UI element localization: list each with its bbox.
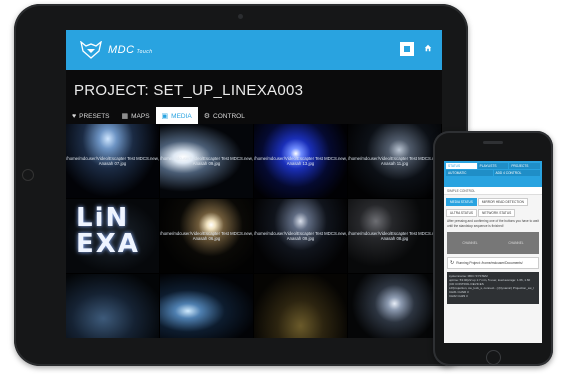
phone-nav: STATUS PLAYLISTS PROJECTS AUTOMATIC ADD … [444, 161, 542, 187]
stop-button[interactable] [400, 42, 414, 56]
log-line: CH#2 CH#3 3 [449, 294, 468, 298]
phone-tabs-1: MEDIA STATUS MIRROR HEAD DETECTION [444, 195, 542, 206]
phone-device: STATUS PLAYLISTS PROJECTS AUTOMATIC ADD … [433, 131, 553, 366]
phone-screen: STATUS PLAYLISTS PROJECTS AUTOMATIC ADD … [444, 161, 542, 343]
media-caption: /home/mdcuser/Video/Escapter Test MDCS.n… [254, 156, 347, 166]
channel-label[interactable]: CHANNEL [508, 241, 523, 245]
channel-label[interactable]: CHANNEL [462, 241, 477, 245]
map-icon: ▦ [121, 113, 129, 120]
media-tile[interactable] [66, 274, 159, 338]
home-icon [424, 44, 432, 52]
camera [238, 14, 243, 19]
phone-tabs-2: ULTRA STATUS NETWORK STATUS [444, 206, 542, 217]
phone-log: systemname: MDC SYSTEM uptime: 53:40(22 … [447, 272, 539, 304]
tab-media[interactable]: ▣ MEDIA [155, 107, 198, 125]
home-button[interactable] [420, 40, 436, 56]
tab-ultra-status[interactable]: ULTRA STATUS [446, 209, 478, 217]
media-tile-linexa[interactable]: LiN EXA [66, 199, 159, 273]
tablet-screen: MDC Touch PROJECT: SET_UP_LINEXA003 ♥ PRES… [66, 30, 442, 338]
media-caption: /home/mdcuser/Video/Escapter Test MDCS.n… [254, 231, 347, 241]
media-caption: /home/mdcuser/Video/Escapter Test MDCS.n… [160, 156, 253, 166]
phone-instructions: After pressing and confirming one of the… [447, 219, 539, 228]
media-grid: /home/mdcuser/Video/Escapter Test MDCS.n… [66, 124, 442, 338]
media-tile[interactable]: /home/mdcuser/Video/Escapter Test MDCS.n… [254, 199, 347, 273]
media-tile[interactable]: /home/mdcuser/Video/Escapter Test MDCS.n… [160, 124, 253, 198]
phone-channel-panel: CHANNEL CHANNEL [447, 232, 539, 254]
image-icon: ▣ [161, 113, 169, 120]
fox-logo-icon [80, 41, 102, 59]
media-caption: /home/mdcuser/Video/Escapter Test MDCS.n… [66, 156, 159, 166]
media-caption: /home/mdcuser/Video/Escapter Test MDCS.n… [160, 231, 253, 241]
tablet-device: MDC Touch PROJECT: SET_UP_LINEXA003 ♥ PRES… [14, 4, 468, 366]
gear-icon: ⚙ [203, 113, 211, 120]
media-tile[interactable] [348, 274, 441, 338]
media-tile[interactable]: /home/mdcuser/Video/Escapter Test MDCS.n… [254, 124, 347, 198]
app-header: MDC Touch [66, 30, 442, 70]
brand-name: MDC Touch [108, 44, 153, 56]
phone-running-project: ↻ Running Project: /home/mdcuser/Documen… [447, 257, 539, 269]
tablet-home-button [22, 169, 34, 181]
tab-network-status[interactable]: NETWORK STATUS [478, 209, 516, 217]
tab-media-status[interactable]: MEDIA STATUS [446, 198, 477, 206]
phone-home-button [486, 350, 501, 365]
media-caption: /home/mdcuser/Video/Escapter Test MDCS.n… [348, 231, 441, 241]
tab-control[interactable]: ⚙ CONTROL [198, 107, 251, 125]
refresh-icon[interactable]: ↻ [450, 260, 454, 266]
project-title: PROJECT: SET_UP_LINEXA003 [74, 82, 304, 99]
media-tile[interactable] [254, 274, 347, 338]
phone-nav-playlists[interactable]: PLAYLISTS [477, 163, 509, 169]
stop-icon [404, 46, 410, 52]
phone-nav-projects[interactable]: PROJECTS [509, 163, 541, 169]
media-tile[interactable] [160, 274, 253, 338]
tab-mirror-head-detection[interactable]: MIRROR HEAD DETECTION [477, 198, 528, 206]
media-caption: /home/mdcuser/Video/Escapter Test MDCS.n… [348, 156, 441, 166]
phone-nav-status[interactable]: STATUS [446, 163, 477, 169]
tab-presets[interactable]: ♥ PRESETS [66, 107, 116, 125]
phone-simple-control[interactable]: SIMPLE CONTROL [444, 187, 542, 195]
phone-speaker [483, 141, 503, 144]
tab-maps[interactable]: ▦ MAPS [116, 107, 156, 125]
heart-icon: ♥ [72, 112, 77, 120]
phone-nav-add-control[interactable]: ADD 4 CONTROL [493, 170, 540, 176]
tab-bar: ♥ PRESETS ▦ MAPS ▣ MEDIA ⚙ CONTROL [66, 107, 442, 125]
media-tile[interactable]: /home/mdcuser/Video/Escapter Test MDCS.n… [348, 124, 441, 198]
media-tile[interactable]: /home/mdcuser/Video/Escapter Test MDCS.n… [160, 199, 253, 273]
media-tile[interactable]: /home/mdcuser/Video/Escapter Test MDCS.n… [66, 124, 159, 198]
linexa-text: LiN EXA [76, 203, 140, 259]
media-tile[interactable]: /home/mdcuser/Video/Escapter Test MDCS.n… [348, 199, 441, 273]
phone-nav-automatic[interactable]: AUTOMATIC [446, 170, 493, 176]
